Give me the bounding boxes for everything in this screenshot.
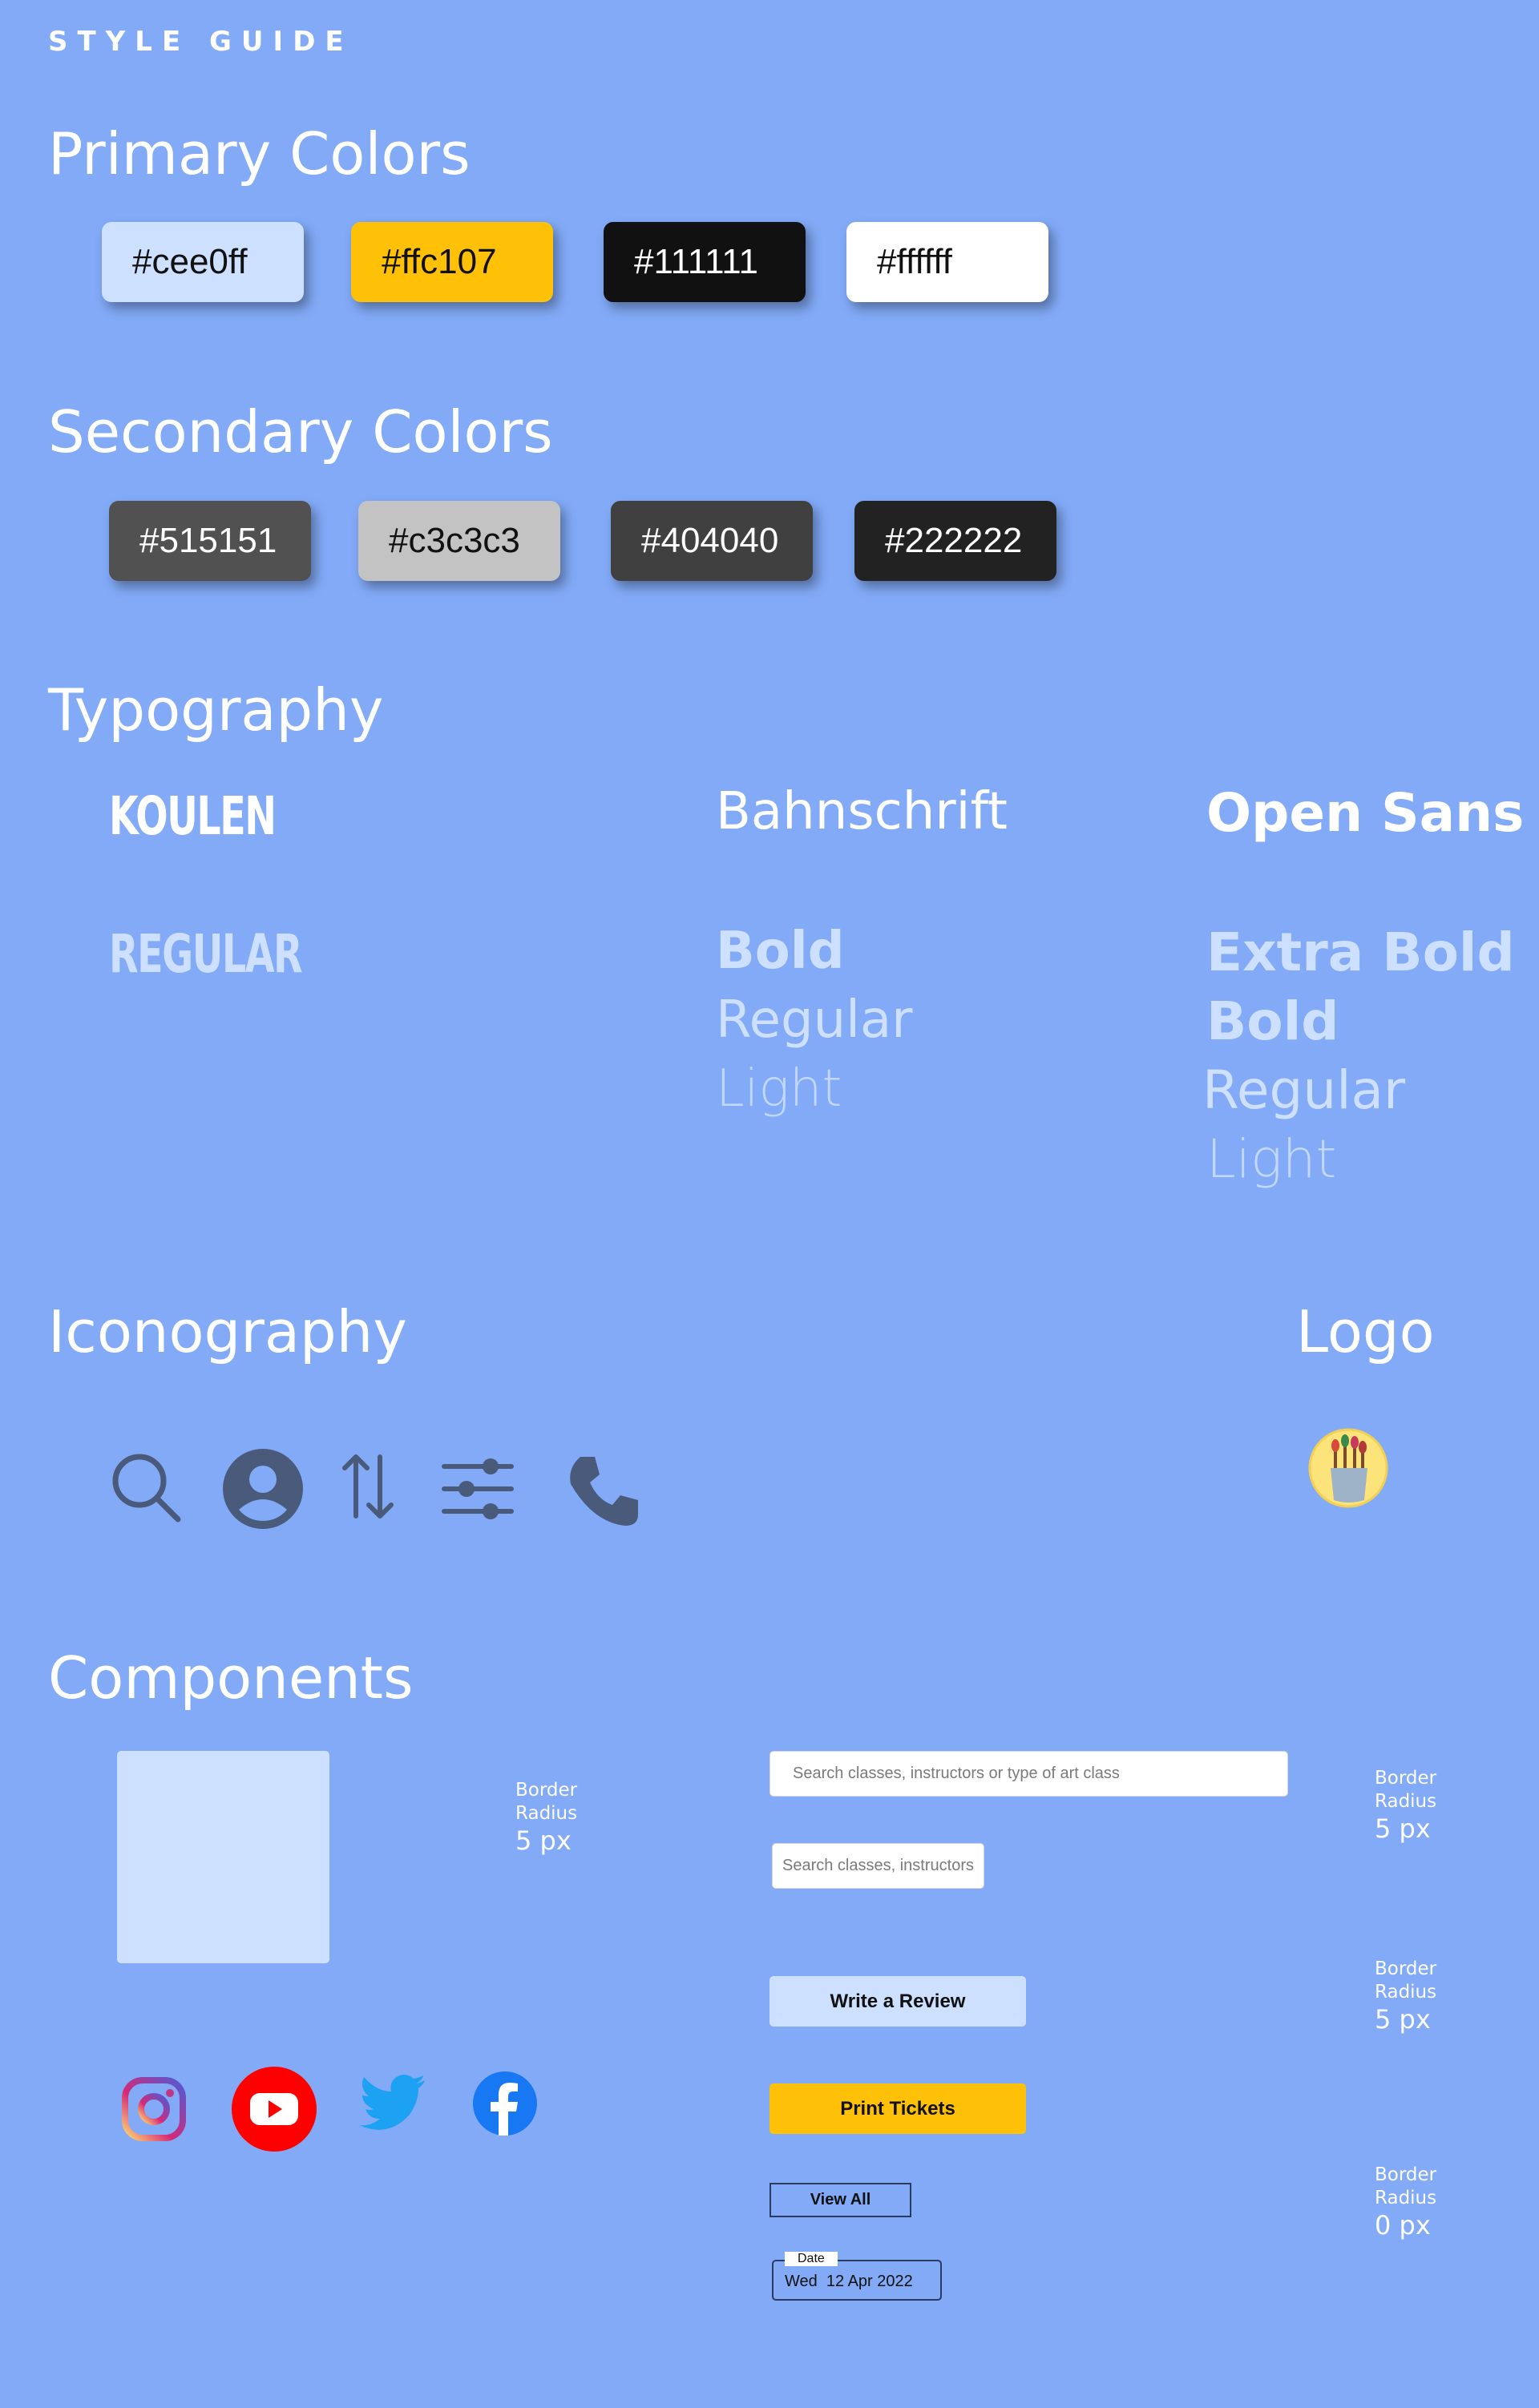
swatch-label: #ffc107 [382, 242, 497, 281]
date-field[interactable]: Date Wed 12 Apr 2022 [772, 2252, 942, 2301]
write-review-button[interactable]: Write a Review [770, 1976, 1026, 2027]
font-koulen-name: KOULEN [109, 785, 277, 847]
button-radius-note: Border Radius 5 px [1375, 1958, 1463, 2035]
font-opensans-extrabold: Extra Bold [1206, 922, 1515, 983]
swatch-secondary-1: #515151 [109, 501, 311, 581]
font-opensans-regular: Regular [1202, 1059, 1406, 1121]
radius-value: 5 px [515, 1825, 572, 1856]
outline-radius-note: Border Radius 0 px [1375, 2164, 1463, 2241]
paint-brushes-logo [1308, 1428, 1388, 1508]
facebook-icon[interactable] [473, 2071, 537, 2136]
instagram-icon[interactable] [120, 2075, 188, 2143]
primary-colors-title: Primary Colors [48, 120, 471, 188]
font-opensans-name: Open Sans [1206, 782, 1525, 844]
font-bahnschrift-name: Bahnschrift [716, 782, 1008, 841]
swatch-label: #ffffff [877, 242, 952, 281]
font-koulen-regular: REGULAR [109, 923, 303, 985]
typography-title: Typography [48, 676, 384, 744]
card-radius-note: Border Radius 5 px [515, 1779, 604, 1856]
youtube-icon[interactable] [231, 2066, 317, 2152]
swatch-label: #111111 [634, 242, 758, 281]
font-bahnschrift-regular: Regular [716, 990, 913, 1050]
swatch-primary-1: #cee0ff [102, 222, 304, 302]
font-opensans-bold: Bold [1206, 990, 1339, 1052]
swatch-primary-3: #111111 [604, 222, 806, 302]
swatch-label: #c3c3c3 [389, 521, 520, 560]
radius-value: 5 px [1375, 2004, 1431, 2035]
twitter-icon[interactable] [359, 2074, 426, 2130]
swatch-primary-4: #ffffff [846, 222, 1048, 302]
sort-icon [342, 1454, 394, 1519]
radius-label: Border Radius [515, 1779, 604, 1825]
print-tickets-button[interactable]: Print Tickets [770, 2083, 1026, 2134]
swatch-primary-2: #ffc107 [351, 222, 553, 302]
iconography-title: Iconography [48, 1298, 407, 1365]
swatch-label: #404040 [641, 521, 779, 560]
radius-value: 0 px [1375, 2210, 1431, 2241]
font-bahnschrift-light: Light [716, 1059, 842, 1119]
search-radius-note: Border Radius 5 px [1375, 1767, 1463, 1844]
sample-card [117, 1751, 329, 1963]
swatch-secondary-4: #222222 [854, 501, 1056, 581]
radius-label: Border Radius [1375, 1958, 1437, 2003]
search-placeholder: Search classes, instructors [782, 1857, 974, 1874]
filter-icon [442, 1458, 514, 1519]
search-input-narrow[interactable]: Search classes, instructors [772, 1843, 984, 1889]
phone-icon [570, 1457, 638, 1526]
logo-title: Logo [1296, 1298, 1435, 1365]
date-field-legend: Date [785, 2252, 838, 2266]
font-opensans-light: Light [1206, 1128, 1337, 1190]
swatch-secondary-2: #c3c3c3 [358, 501, 560, 581]
date-field-value: Wed 12 Apr 2022 [785, 2273, 913, 2290]
swatch-label: #222222 [885, 521, 1023, 560]
style-guide-eyebrow: STYLE GUIDE [48, 26, 353, 58]
swatch-label: #cee0ff [132, 242, 248, 281]
radius-value: 5 px [1375, 1813, 1431, 1844]
swatch-secondary-3: #404040 [611, 501, 813, 581]
search-icon [112, 1454, 181, 1523]
secondary-colors-title: Secondary Colors [48, 398, 553, 466]
font-bahnschrift-bold: Bold [716, 922, 845, 981]
components-title: Components [48, 1644, 414, 1712]
radius-label: Border Radius [1375, 2164, 1437, 2208]
search-input-wide[interactable]: Search classes, instructors or type of a… [770, 1751, 1288, 1797]
radius-label-text: Border Radius [515, 1780, 578, 1824]
user-icon [223, 1449, 303, 1529]
view-all-button[interactable]: View All [770, 2183, 911, 2217]
radius-label: Border Radius [1375, 1768, 1437, 1812]
swatch-label: #515151 [139, 521, 277, 560]
search-placeholder: Search classes, instructors or type of a… [793, 1765, 1120, 1782]
